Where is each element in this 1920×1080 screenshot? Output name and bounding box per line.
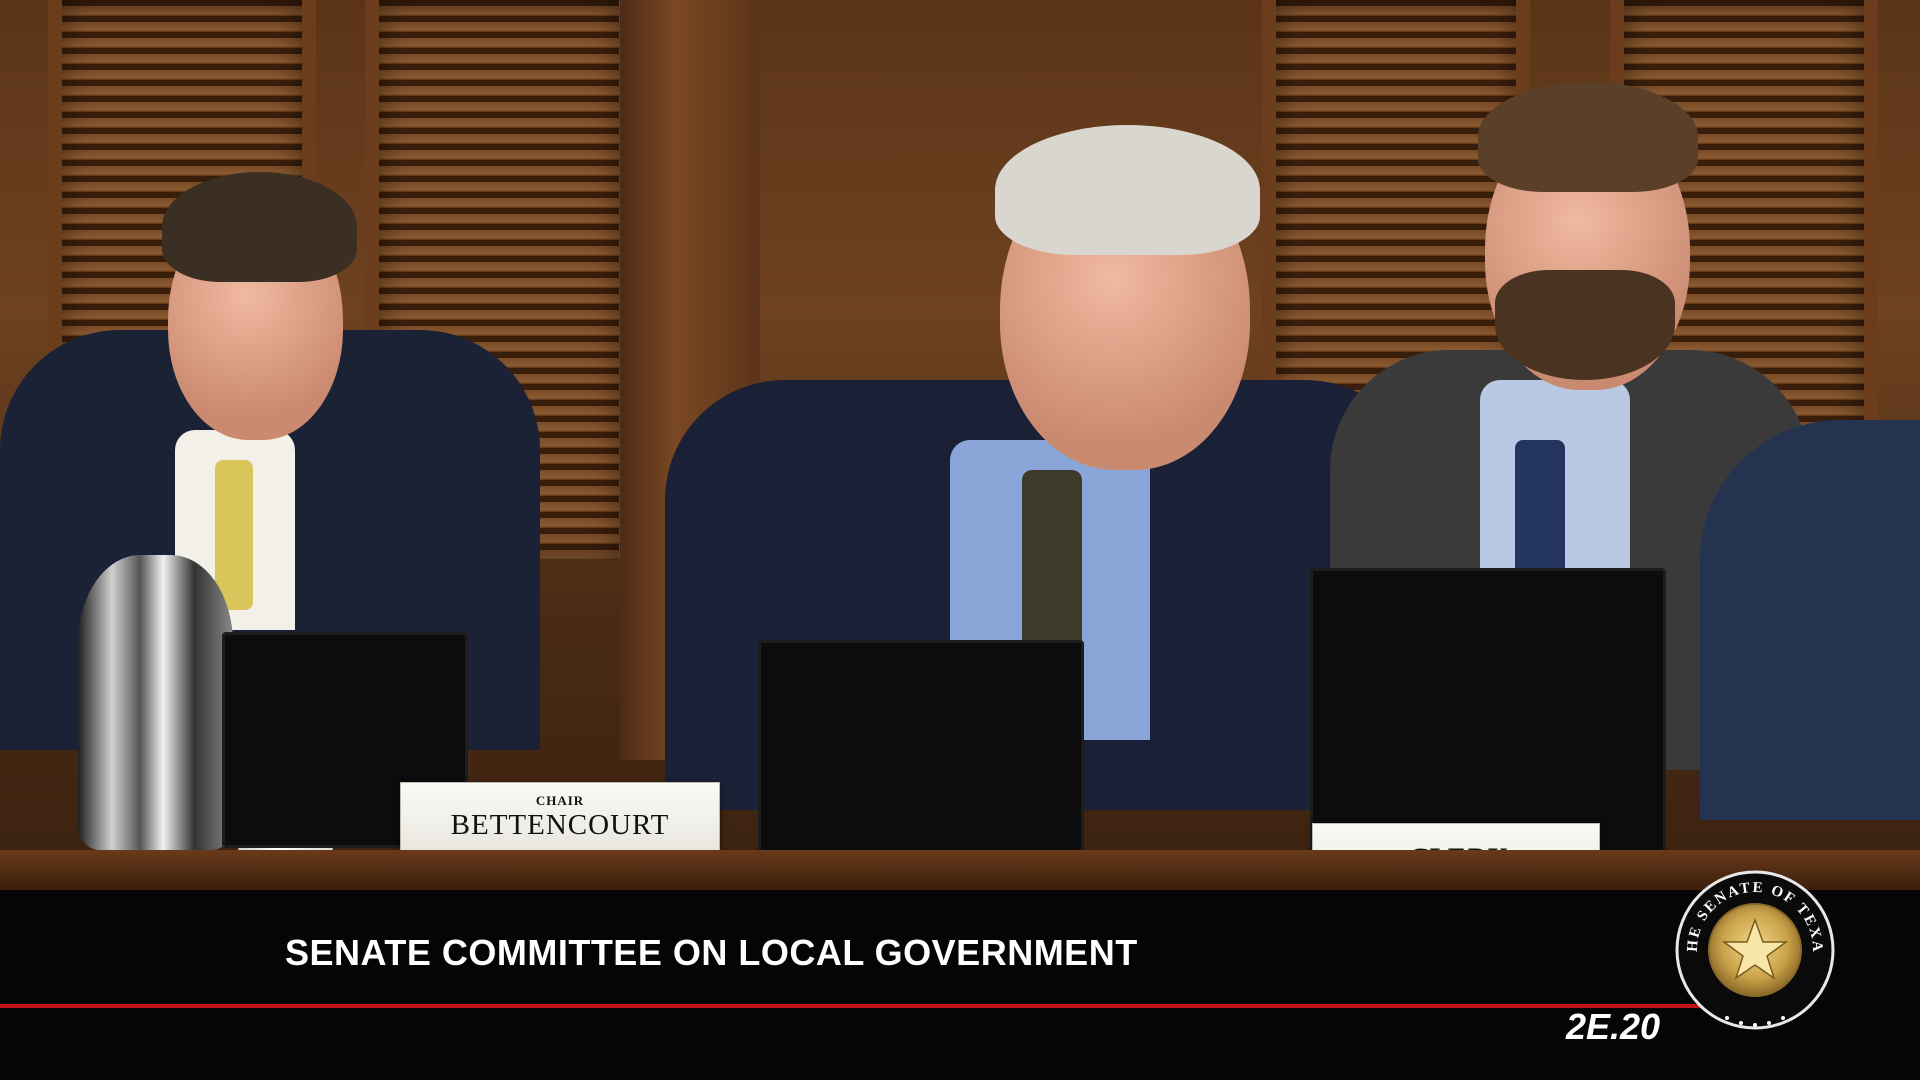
senate-of-texas-seal-icon: THE SENATE OF TEXAS: [1675, 858, 1835, 1030]
chyron-red-rule: [0, 1004, 1800, 1008]
chair-name-label: BETTENCOURT: [450, 809, 670, 841]
bill-number: 2E.20: [1566, 1006, 1661, 1047]
chair-hair: [995, 125, 1260, 255]
committee-desk: [0, 850, 1920, 890]
left-member-hair: [162, 172, 357, 282]
left-member-tie: [215, 460, 253, 610]
chair-nameplate: CHAIR BETTENCOURT: [400, 782, 720, 858]
committee-title: SENATE COMMITTEE ON LOCAL GOVERNMENT: [285, 932, 1138, 973]
lower-third-chyron: [0, 890, 1920, 1080]
right-staffer-beard: [1495, 270, 1675, 380]
coffee-carafe: [78, 555, 233, 850]
center-monitor: [758, 640, 1084, 856]
right-staffer-hair: [1478, 82, 1698, 192]
right-member-arm: [1700, 420, 1920, 820]
committee-room-scene: CHAIR BETTENCOURT CLERK: [0, 0, 1920, 890]
chair-role-label: CHAIR: [535, 793, 585, 808]
